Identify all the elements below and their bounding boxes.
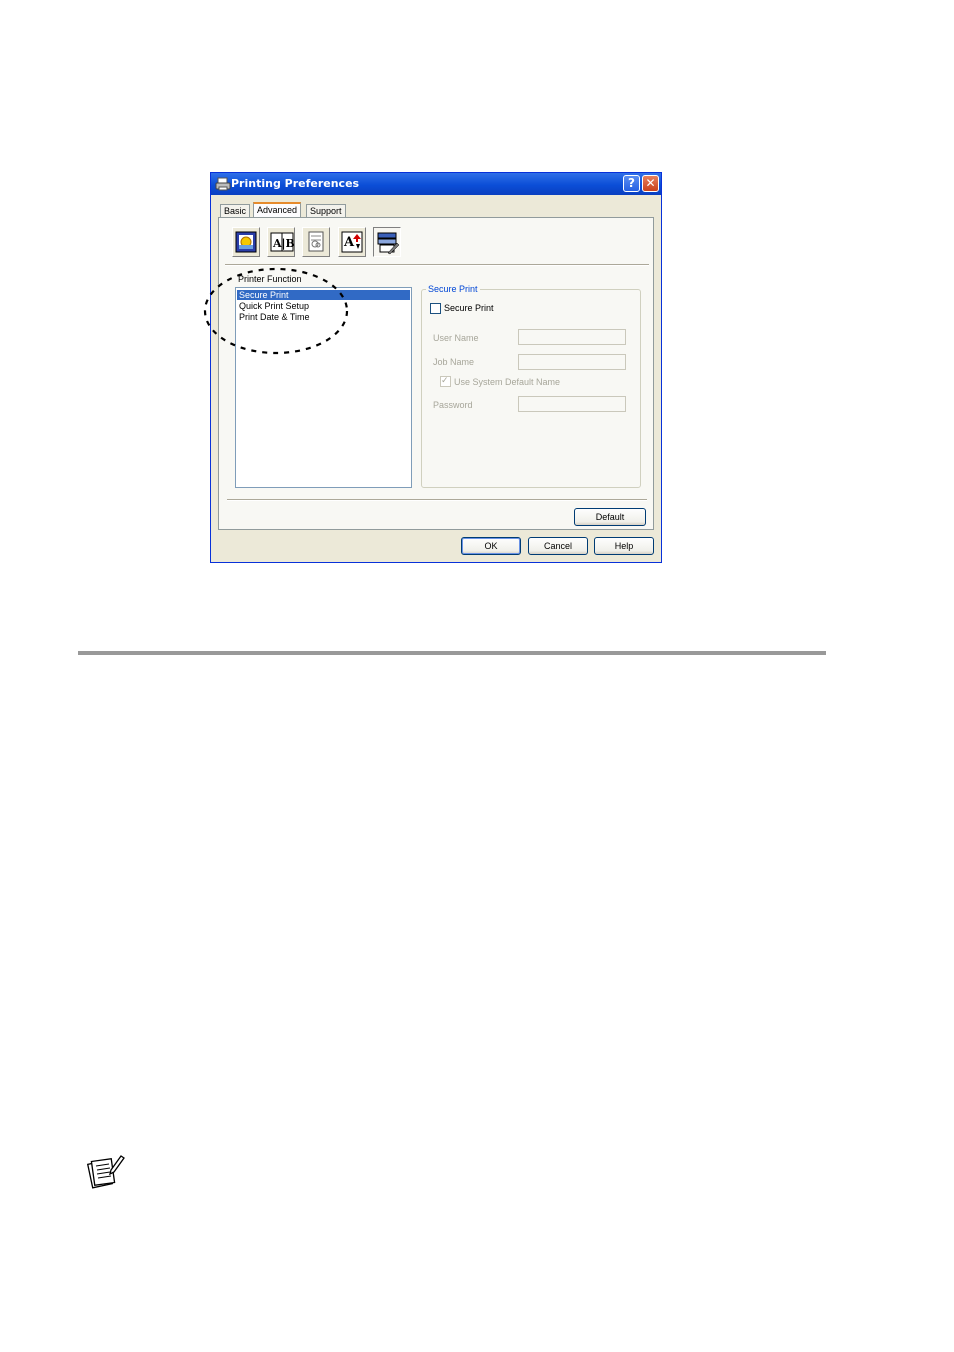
header-footer-icon [308, 231, 324, 252]
watermark-button[interactable] [232, 227, 260, 257]
list-item-quick-print-setup[interactable]: Quick Print Setup [237, 301, 410, 311]
password-label: Password [433, 400, 473, 410]
secure-print-checkbox[interactable] [430, 303, 441, 314]
title-bar[interactable]: Printing Preferences ? ✕ [211, 173, 661, 195]
panel-bottom-separator [227, 499, 647, 501]
printer-icon [215, 177, 231, 191]
cancel-button[interactable]: Cancel [528, 537, 588, 555]
toner-save-icon: A [341, 231, 363, 253]
ab-text: A|B [272, 237, 294, 250]
printer-function-button[interactable] [373, 227, 401, 257]
user-name-input[interactable] [518, 329, 626, 345]
note-icon [86, 1155, 125, 1189]
section-divider [78, 651, 826, 655]
page-setting-icon: A|B [270, 232, 294, 252]
use-system-default-checkbox[interactable]: ✓ [440, 375, 451, 387]
job-name-label: Job Name [433, 357, 475, 367]
printing-preferences-dialog: Printing Preferences ? ✕ Basic Advanced … [210, 172, 662, 563]
use-system-default-label: Use System Default Name [454, 377, 561, 387]
secure-print-checkbox-label: Secure Print [444, 303, 494, 313]
default-button[interactable]: Default [574, 508, 646, 526]
secure-print-group-title: Secure Print [426, 284, 480, 294]
dialog-title: Printing Preferences [231, 177, 360, 190]
printer-function-label: Printer Function [238, 274, 302, 284]
list-item-secure-print[interactable]: Secure Print [237, 290, 410, 300]
toner-save-button[interactable]: A [338, 227, 366, 257]
ok-button[interactable]: OK [461, 537, 521, 555]
checkmark-icon: ✓ [441, 375, 449, 385]
help-icon: ? [628, 176, 635, 190]
help-button[interactable]: Help [594, 537, 654, 555]
a-text: A [343, 235, 355, 250]
close-icon: ✕ [645, 176, 656, 190]
title-close-button[interactable]: ✕ [642, 175, 659, 192]
password-input[interactable] [518, 396, 626, 412]
user-name-label: User Name [433, 333, 479, 343]
printer-function-icon [377, 232, 400, 255]
watermark-icon [235, 231, 257, 253]
secure-print-group [421, 289, 641, 488]
header-footer-button[interactable] [302, 227, 330, 257]
printer-function-list[interactable]: Secure Print Quick Print Setup Print Dat… [235, 287, 412, 488]
page-setting-button[interactable]: A|B [267, 227, 295, 257]
list-item-print-date-time[interactable]: Print Date & Time [237, 312, 410, 322]
title-help-button[interactable]: ? [623, 175, 640, 192]
job-name-input[interactable] [518, 354, 626, 370]
toolbar-separator [225, 264, 649, 266]
